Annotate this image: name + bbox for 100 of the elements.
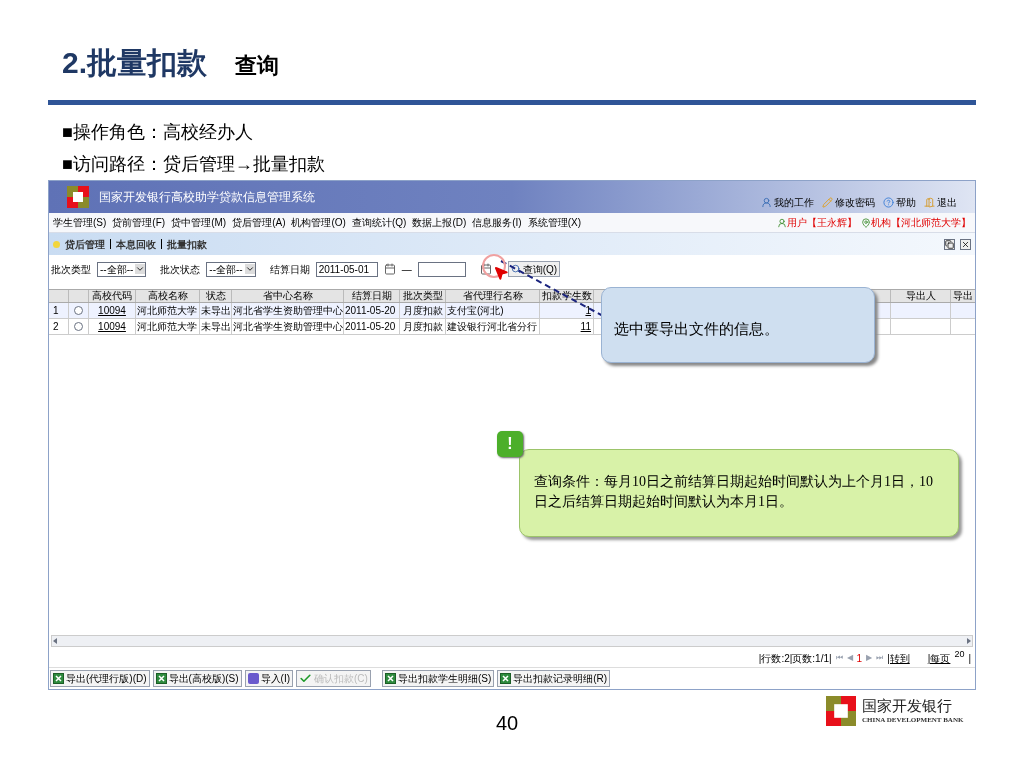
breadcrumb-item: 本息回收 (116, 237, 156, 252)
column-header: 导出 (952, 290, 974, 302)
dropdown-arrow-icon (244, 264, 255, 274)
bullet-text: ■访问路径：贷后管理→批量扣款 (62, 153, 326, 176)
bank-logo-icon (67, 186, 89, 208)
horizontal-scrollbar[interactable] (51, 635, 973, 647)
table-cell: 支付宝(河北) (447, 305, 504, 316)
table-link[interactable]: 11 (580, 321, 591, 332)
alert-badge: ! (497, 431, 523, 457)
bank-logo-icon (826, 696, 856, 726)
column-header: 省中心名称 (232, 290, 344, 302)
column-header: 结算日期 (344, 290, 400, 302)
table-cell: 月度扣款 (402, 321, 443, 332)
header-link[interactable]: 退出 (924, 194, 957, 210)
dropdown-arrow-icon (135, 264, 146, 274)
batch-type-select[interactable]: --全部-- (97, 261, 147, 277)
row-number: 1 (49, 303, 69, 318)
menu-item[interactable]: 系统管理(X) (527, 215, 582, 230)
table-link[interactable]: 1 (585, 305, 591, 316)
table-cell: 河北师范大学 (137, 321, 197, 332)
column-header: 高校名称 (136, 290, 200, 302)
check-icon (299, 672, 312, 685)
column-header: 状态 (200, 290, 232, 302)
menu-item[interactable]: 贷前管理(F) (112, 215, 166, 230)
column-header: 高校代码 (89, 290, 136, 302)
menu-item[interactable]: 贷中管理(M) (171, 215, 227, 230)
user-icon (777, 217, 787, 228)
callout-note: 选中要导出文件的信息。 (601, 287, 875, 363)
spreadsheet-icon (384, 673, 396, 684)
table-cell: 河北省学生资助管理中心 (233, 321, 343, 332)
slide-subtitle: 查询 (235, 52, 280, 80)
spreadsheet-icon (500, 673, 512, 684)
column-header: 省代理行名称 (446, 290, 540, 302)
menu-item[interactable]: 信息服务(I) (472, 215, 522, 230)
table-cell: 2011-05-20 (345, 321, 396, 332)
per-page-value[interactable]: 20 (954, 648, 965, 662)
slide-title: 2.批量扣款 (62, 45, 208, 81)
toolbar-button[interactable]: 导出扣款记录明细(R) (497, 670, 611, 687)
column-header: 批次类型 (400, 290, 446, 302)
breadcrumb-item: 贷后管理 (65, 237, 105, 252)
paging-end: | (968, 651, 971, 666)
menu-item[interactable]: 机构管理(O) (291, 215, 346, 230)
row-radio[interactable] (74, 322, 83, 331)
header-link[interactable]: 修改密码 (822, 194, 875, 210)
table-cell: 2011-05-20 (345, 305, 396, 316)
toolbar-button[interactable]: 导入(I) (244, 670, 293, 687)
current-user: 用户【王永辉】 (787, 216, 857, 230)
toolbar-button[interactable]: 导出(高校版)(S) (152, 670, 242, 687)
click-ring-icon (481, 253, 507, 279)
field-label: 批次类型 (51, 262, 91, 277)
spreadsheet-icon (155, 673, 167, 684)
marker-icon (53, 240, 60, 248)
date-to-field[interactable] (417, 261, 466, 277)
table-cell: 月度扣款 (402, 305, 443, 316)
table-cell: 河北省学生资助管理中心 (233, 305, 343, 316)
menu-item[interactable]: 查询统计(Q) (351, 215, 407, 230)
spreadsheet-icon (53, 673, 64, 684)
date-from-field[interactable]: 2011-05-01 (315, 261, 378, 277)
close-icon[interactable] (960, 238, 971, 250)
table-link[interactable]: 10094 (98, 321, 126, 332)
help-icon (883, 196, 894, 208)
user-icon (761, 196, 772, 208)
table-cell: 河北师范大学 (137, 305, 197, 316)
current-page: 1 (856, 651, 863, 666)
field-label: 结算日期 (269, 262, 310, 277)
row-number: 2 (49, 319, 69, 334)
search-icon (510, 264, 521, 274)
menu-item[interactable]: 贷后管理(A) (232, 215, 286, 230)
date-separator: — (401, 262, 412, 277)
column-header: 导出人 (891, 290, 951, 302)
per-page-label: |每页 (927, 651, 951, 666)
toolbar-button[interactable]: 导出(代理行版)(D) (50, 670, 150, 687)
table-link[interactable]: 10094 (98, 305, 126, 316)
current-organization: 机构【河北师范大学】 (871, 216, 971, 230)
table-cell: 建设银行河北省分行 (447, 321, 537, 332)
calendar-icon[interactable] (479, 263, 492, 275)
calendar-icon[interactable] (383, 263, 396, 275)
table-cell: 未导出 (200, 321, 231, 332)
pencil-icon (822, 196, 833, 208)
query-button[interactable]: 查询(Q) (507, 261, 561, 277)
app-title: 国家开发银行高校助学贷款信息管理系统 (99, 189, 315, 206)
row-radio[interactable] (74, 306, 83, 315)
menu-item[interactable]: 数据上报(D) (412, 215, 467, 230)
batch-status-select[interactable]: --全部-- (206, 261, 256, 277)
table-cell: 未导出 (200, 305, 231, 316)
goto-link[interactable]: |转到 (887, 650, 910, 666)
toolbar-button[interactable]: 导出扣款学生明细(S) (381, 670, 495, 687)
restore-icon[interactable] (944, 238, 955, 250)
page-number: 40 (496, 711, 519, 736)
header-link[interactable]: 帮助 (883, 194, 916, 210)
breadcrumb-item: 批量扣款 (167, 237, 207, 252)
callout-note: 查询条件：每月10日之前结算日期起始时间默认为上个月1日，10日之后结算日期起始时间默认为本月1日。 (519, 449, 959, 537)
door-icon (924, 196, 935, 208)
bullet-text: ■操作角色：高校经办人 (62, 121, 254, 144)
import-icon (247, 673, 259, 684)
paging-summary: |行数:2|页数:1/1| (758, 651, 832, 666)
menu-item[interactable]: 学生管理(S) (53, 215, 107, 230)
header-link[interactable]: 我的工作 (761, 194, 814, 210)
cursor-icon (493, 265, 509, 281)
field-label: 批次状态 (160, 262, 201, 277)
